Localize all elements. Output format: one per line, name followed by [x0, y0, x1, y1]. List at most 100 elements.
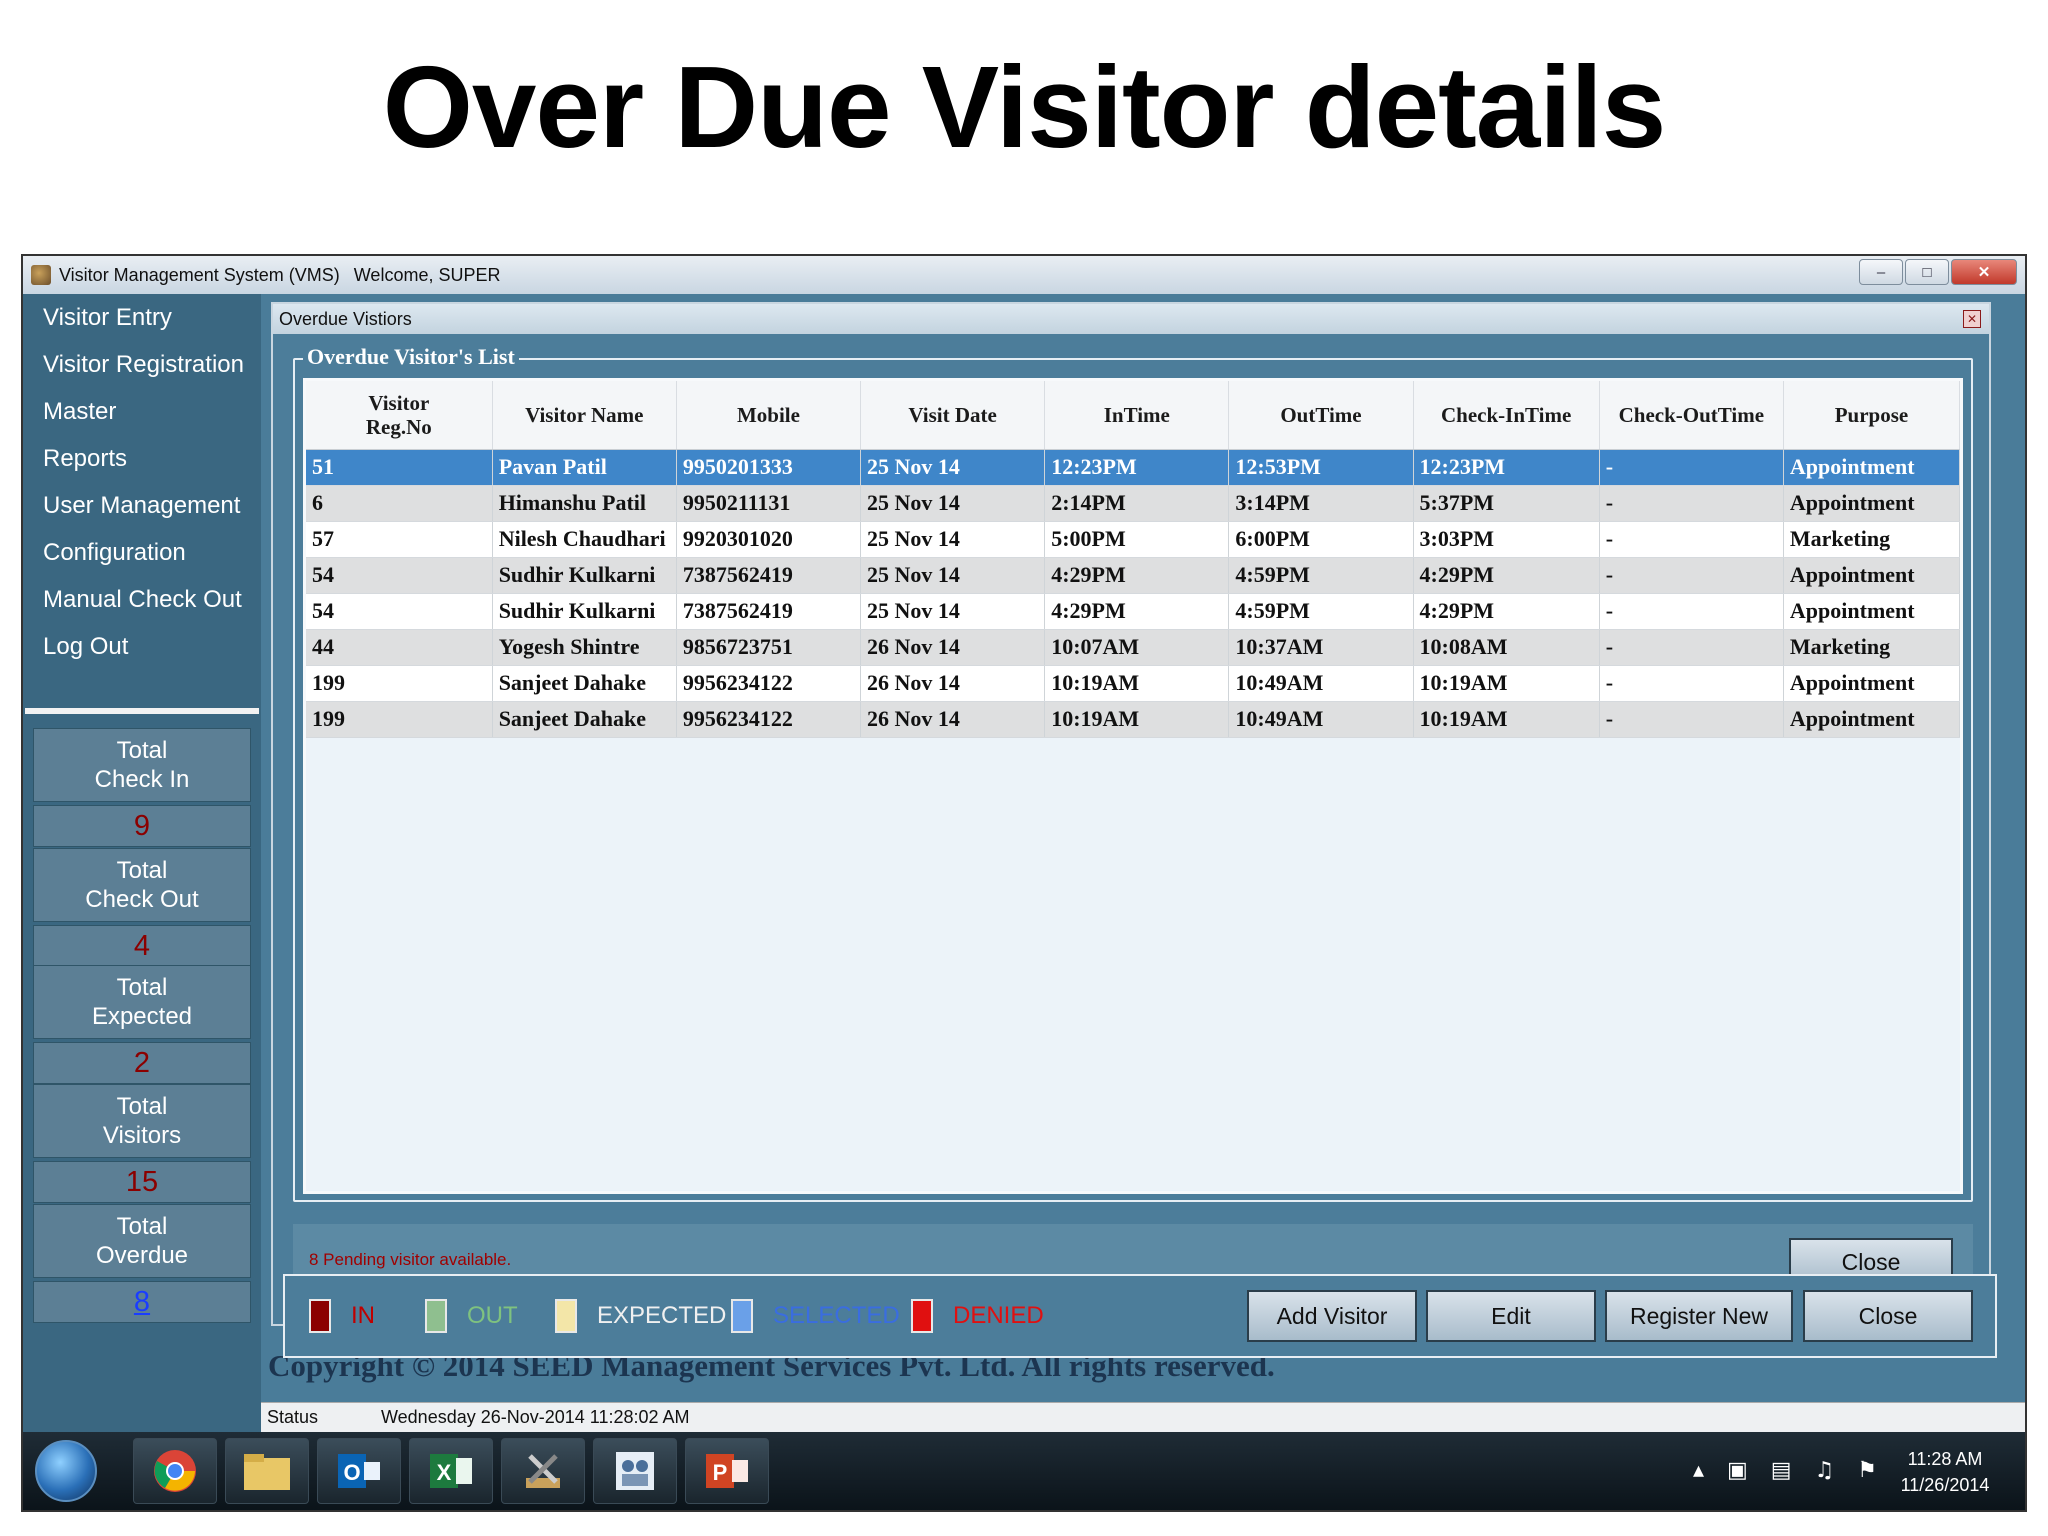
table-row[interactable]: 199 Sanjeet Dahake 9956234122 26 Nov 14 10:1… — [306, 665, 1960, 702]
table-cell: 7387562419 — [676, 557, 862, 594]
clock-date: 11/26/2014 — [1900, 1475, 1990, 1495]
stat-label: Total Visitors — [33, 1084, 251, 1158]
legend-swatch — [309, 1299, 331, 1333]
app-window: Visitor Management System (VMS) Welcome,… — [21, 254, 2027, 1512]
start-orb-icon[interactable] — [35, 1440, 97, 1502]
column-header[interactable]: OutTime — [1228, 381, 1414, 450]
outlook-icon[interactable]: O — [317, 1438, 401, 1504]
table-header-row: Visitor Reg.No Visitor Name Mobile Visit… — [306, 381, 1960, 450]
table-cell: - — [1599, 665, 1784, 702]
column-header[interactable]: Purpose — [1783, 381, 1960, 450]
maximize-icon[interactable]: □ — [1905, 259, 1949, 285]
table-cell: - — [1599, 629, 1784, 666]
column-header[interactable]: Visitor Name — [492, 381, 677, 450]
table-cell: 9856723751 — [676, 629, 862, 666]
table-cell: 10:19AM — [1413, 701, 1600, 738]
dialog-close-icon[interactable]: ✕ — [1963, 310, 1981, 328]
excel-icon[interactable]: X — [409, 1438, 493, 1504]
table-cell: - — [1599, 449, 1784, 486]
table-row[interactable]: 44 Yogesh Shintre 9856723751 26 Nov 14 10:07… — [306, 629, 1960, 666]
table-cell: 25 Nov 14 — [860, 557, 1046, 594]
table-cell: 25 Nov 14 — [860, 521, 1046, 558]
table-cell: 10:19AM — [1044, 665, 1230, 702]
chrome-icon[interactable] — [133, 1438, 217, 1504]
powerpoint-icon[interactable]: P — [685, 1438, 769, 1504]
window-title: Visitor Management System (VMS) — [59, 264, 340, 285]
welcome-text: Welcome, SUPER — [353, 264, 501, 285]
table-row[interactable]: 51 Pavan Patil 9950201333 25 Nov 14 12:23PM 1… — [306, 449, 1960, 486]
nav-user-management[interactable]: User Management — [23, 482, 261, 529]
legend-swatch — [911, 1299, 933, 1333]
column-header[interactable]: InTime — [1044, 381, 1230, 450]
nav-reports[interactable]: Reports — [23, 435, 261, 482]
table-row[interactable]: 54 Sudhir Kulkarni 7387562419 25 Nov 14 4:2… — [306, 557, 1960, 594]
vms-icon[interactable] — [593, 1438, 677, 1504]
table-cell: 26 Nov 14 — [860, 701, 1046, 738]
stat-label: Total Check In — [33, 728, 251, 802]
legend-out: OUT — [425, 1296, 518, 1336]
table-cell: 4:29PM — [1044, 557, 1230, 594]
svg-text:P: P — [713, 1460, 728, 1485]
overdue-list-group: Overdue Visitor's List Visitor Reg.No Vi… — [293, 344, 1973, 1202]
system-tray-icons[interactable]: ▴ ▣ ▤ ♫ ⚑ — [1693, 1458, 1885, 1483]
stat-value: 15 — [33, 1161, 251, 1203]
stat-total-visitors: Total Visitors 15 — [33, 1084, 251, 1203]
legend-swatch — [731, 1299, 753, 1333]
stat-value: 2 — [33, 1042, 251, 1084]
taskbar-clock[interactable]: 11:28 AM 11/26/2014 — [1895, 1446, 1995, 1498]
tools-icon[interactable] — [501, 1438, 585, 1504]
table-cell: Nilesh Chaudhari — [492, 521, 677, 558]
table-cell: 54 — [306, 593, 493, 630]
stat-value: 9 — [33, 805, 251, 847]
legend-label: DENIED — [953, 1302, 1044, 1329]
edit-button[interactable]: Edit — [1426, 1290, 1596, 1342]
add-visitor-button[interactable]: Add Visitor — [1247, 1290, 1417, 1342]
legend-action-panel: IN OUT EXPECTED SELECTED DENIED Add Visi… — [283, 1274, 1997, 1358]
table-cell: Appointment — [1783, 557, 1960, 594]
table-row[interactable]: 57 Nilesh Chaudhari 9920301020 25 Nov 14 5:… — [306, 521, 1960, 558]
legend-label: IN — [351, 1302, 375, 1329]
table-cell: 6:00PM — [1228, 521, 1414, 558]
table-cell: 3:14PM — [1228, 485, 1414, 522]
table-cell: 51 — [306, 449, 493, 486]
table-cell: 26 Nov 14 — [860, 665, 1046, 702]
nav-visitor-entry[interactable]: Visitor Entry — [23, 294, 261, 341]
nav-log-out[interactable]: Log Out — [23, 623, 261, 670]
table-cell: 25 Nov 14 — [860, 449, 1046, 486]
register-new-button[interactable]: Register New — [1605, 1290, 1793, 1342]
overdue-table[interactable]: Visitor Reg.No Visitor Name Mobile Visit… — [303, 378, 1963, 1194]
close-button[interactable]: Close — [1803, 1290, 1973, 1342]
column-header[interactable]: Visitor Reg.No — [306, 381, 493, 450]
nav-visitor-registration[interactable]: Visitor Registration — [23, 341, 261, 388]
status-bar: Status Wednesday 26-Nov-2014 11:28:02 AM — [261, 1402, 2025, 1432]
nav-configuration[interactable]: Configuration — [23, 529, 261, 576]
table-cell: 10:49AM — [1228, 665, 1414, 702]
group-title: Overdue Visitor's List — [303, 344, 519, 370]
table-cell: 12:53PM — [1228, 449, 1414, 486]
table-cell: 44 — [306, 629, 493, 666]
minimize-icon[interactable]: ‒ — [1859, 259, 1903, 285]
window-titlebar: Visitor Management System (VMS) Welcome,… — [23, 256, 2025, 294]
column-header[interactable]: Visit Date — [860, 381, 1046, 450]
nav-manual-check-out[interactable]: Manual Check Out — [23, 576, 261, 623]
column-header[interactable]: Mobile — [676, 381, 862, 450]
file-explorer-icon[interactable] — [225, 1438, 309, 1504]
column-header[interactable]: Check-InTime — [1413, 381, 1600, 450]
table-cell: 199 — [306, 701, 493, 738]
table-cell: Yogesh Shintre — [492, 629, 677, 666]
table-row[interactable]: 6 Himanshu Patil 9950211131 25 Nov 14 2:14P… — [306, 485, 1960, 522]
table-row[interactable]: 199 Sanjeet Dahake 9956234122 26 Nov 14 10:1… — [306, 701, 1960, 738]
legend-selected: SELECTED — [731, 1296, 900, 1336]
table-cell: 25 Nov 14 — [860, 485, 1046, 522]
table-row[interactable]: 54 Sudhir Kulkarni 7387562419 25 Nov 14 4:2… — [306, 593, 1960, 630]
nav-master[interactable]: Master — [23, 388, 261, 435]
stat-label: Total Overdue — [33, 1204, 251, 1278]
svg-text:O: O — [343, 1460, 360, 1485]
close-icon[interactable]: ✕ — [1951, 259, 2017, 285]
legend-swatch — [425, 1299, 447, 1333]
table-cell: Marketing — [1783, 629, 1960, 666]
column-header[interactable]: Check-OutTime — [1599, 381, 1784, 450]
table-cell: Marketing — [1783, 521, 1960, 558]
stat-value-link[interactable]: 8 — [33, 1281, 251, 1323]
legend-in: IN — [309, 1296, 375, 1336]
